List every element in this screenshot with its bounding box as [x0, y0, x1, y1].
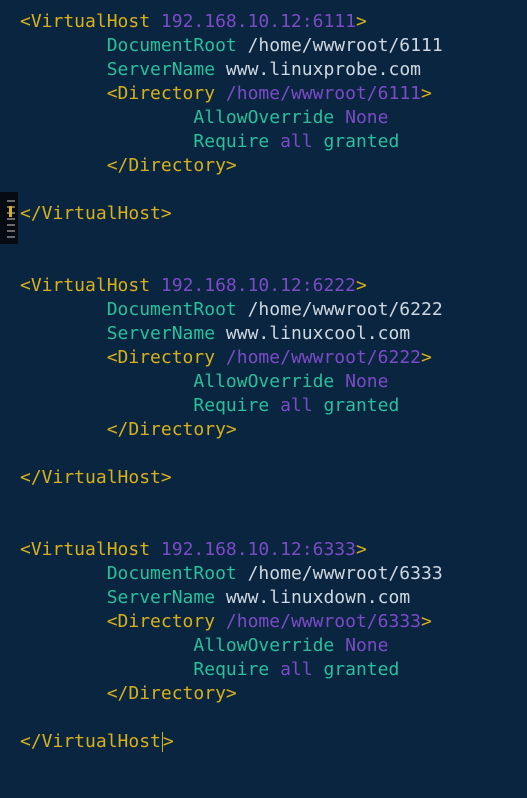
require-line[interactable]: Require all granted: [20, 658, 399, 682]
document-root-line[interactable]: DocumentRoot /home/wwwroot/6333: [20, 562, 443, 586]
allow-override-line[interactable]: AllowOverride None: [20, 106, 388, 130]
virtualhost-open-line[interactable]: <VirtualHost 192.168.10.12:6222>: [20, 274, 367, 298]
tag-end: >: [421, 83, 432, 104]
virtualhost-close-tag: </VirtualHost>: [20, 467, 172, 488]
virtualhost-close-tag: </VirtualHost>: [20, 203, 172, 224]
directory-path: /home/wwwroot/6111: [225, 83, 421, 104]
virtualhost-close-line[interactable]: </VirtualHost>: [20, 202, 172, 226]
directory-open-line[interactable]: <Directory /home/wwwroot/6111>: [20, 82, 432, 106]
require-key: Require: [193, 131, 270, 152]
document-root-key: DocumentRoot: [106, 563, 237, 584]
directory-open-tag: <Directory: [106, 347, 216, 368]
server-name-value: www.linuxprobe.com: [225, 59, 421, 80]
document-root-value: /home/wwwroot/6111: [247, 35, 443, 56]
server-name-line[interactable]: ServerName www.linuxprobe.com: [20, 58, 421, 82]
tag-end: >: [162, 731, 174, 752]
server-name-key: ServerName: [106, 587, 216, 608]
virtualhost-open-tag: <VirtualHost: [20, 11, 151, 32]
tag-end: >: [421, 611, 432, 632]
tag-end: >: [355, 11, 367, 32]
document-root-value: /home/wwwroot/6222: [247, 299, 443, 320]
virtualhost-open-line[interactable]: <VirtualHost 192.168.10.12:6111>: [20, 10, 367, 34]
directory-close-tag: </Directory>: [106, 155, 237, 176]
code-editor[interactable]: <VirtualHost 192.168.10.12:6111> Documen…: [0, 0, 527, 798]
allow-override-value: None: [345, 107, 389, 128]
require-line[interactable]: Require all granted: [20, 394, 399, 418]
virtualhost-close-tag: </VirtualHost: [20, 731, 161, 752]
tag-end: >: [355, 275, 367, 296]
tag-end: >: [355, 539, 367, 560]
server-name-value: www.linuxdown.com: [225, 587, 411, 608]
virtualhost-open-tag: <VirtualHost: [20, 539, 151, 560]
document-root-key: DocumentRoot: [106, 35, 237, 56]
marker-highlight: [9, 206, 12, 217]
server-name-value: www.linuxcool.com: [225, 323, 411, 344]
directory-close-line[interactable]: </Directory>: [20, 154, 237, 178]
virtualhost-close-line[interactable]: </VirtualHost>: [20, 466, 172, 490]
allow-override-key: AllowOverride: [193, 107, 335, 128]
server-name-line[interactable]: ServerName www.linuxdown.com: [20, 586, 410, 610]
directory-open-line[interactable]: <Directory /home/wwwroot/6333>: [20, 610, 432, 634]
directory-path: /home/wwwroot/6333: [225, 611, 421, 632]
directory-open-tag: <Directory: [106, 611, 216, 632]
allow-override-value: None: [345, 371, 389, 392]
document-root-line[interactable]: DocumentRoot /home/wwwroot/6222: [20, 298, 443, 322]
directory-open-tag: <Directory: [106, 83, 216, 104]
directory-close-line[interactable]: </Directory>: [20, 682, 237, 706]
server-name-key: ServerName: [106, 59, 216, 80]
allow-override-line[interactable]: AllowOverride None: [20, 370, 388, 394]
require-key: Require: [193, 659, 270, 680]
virtualhost-address: 192.168.10.12:6111: [160, 11, 356, 32]
require-all: all: [280, 395, 313, 416]
require-granted: granted: [323, 659, 400, 680]
document-root-line[interactable]: DocumentRoot /home/wwwroot/6111: [20, 34, 443, 58]
require-key: Require: [193, 395, 270, 416]
directory-open-line[interactable]: <Directory /home/wwwroot/6222>: [20, 346, 432, 370]
virtualhost-address: 192.168.10.12:6222: [160, 275, 356, 296]
allow-override-key: AllowOverride: [193, 371, 335, 392]
require-all: all: [280, 659, 313, 680]
allow-override-line[interactable]: AllowOverride None: [20, 634, 388, 658]
require-all: all: [280, 131, 313, 152]
virtualhost-address: 192.168.10.12:6333: [160, 539, 356, 560]
allow-override-key: AllowOverride: [193, 635, 335, 656]
server-name-line[interactable]: ServerName www.linuxcool.com: [20, 322, 410, 346]
tag-end: >: [421, 347, 432, 368]
directory-close-tag: </Directory>: [106, 683, 237, 704]
line-marker: [0, 192, 18, 244]
require-granted: granted: [323, 131, 400, 152]
require-granted: granted: [323, 395, 400, 416]
directory-close-tag: </Directory>: [106, 419, 237, 440]
document-root-key: DocumentRoot: [106, 299, 237, 320]
document-root-value: /home/wwwroot/6333: [247, 563, 443, 584]
directory-close-line[interactable]: </Directory>: [20, 418, 237, 442]
allow-override-value: None: [345, 635, 389, 656]
virtualhost-open-line[interactable]: <VirtualHost 192.168.10.12:6333>: [20, 538, 367, 562]
require-line[interactable]: Require all granted: [20, 130, 399, 154]
directory-path: /home/wwwroot/6222: [225, 347, 421, 368]
server-name-key: ServerName: [106, 323, 216, 344]
virtualhost-open-tag: <VirtualHost: [20, 275, 151, 296]
virtualhost-close-line[interactable]: </VirtualHost>: [20, 730, 174, 754]
